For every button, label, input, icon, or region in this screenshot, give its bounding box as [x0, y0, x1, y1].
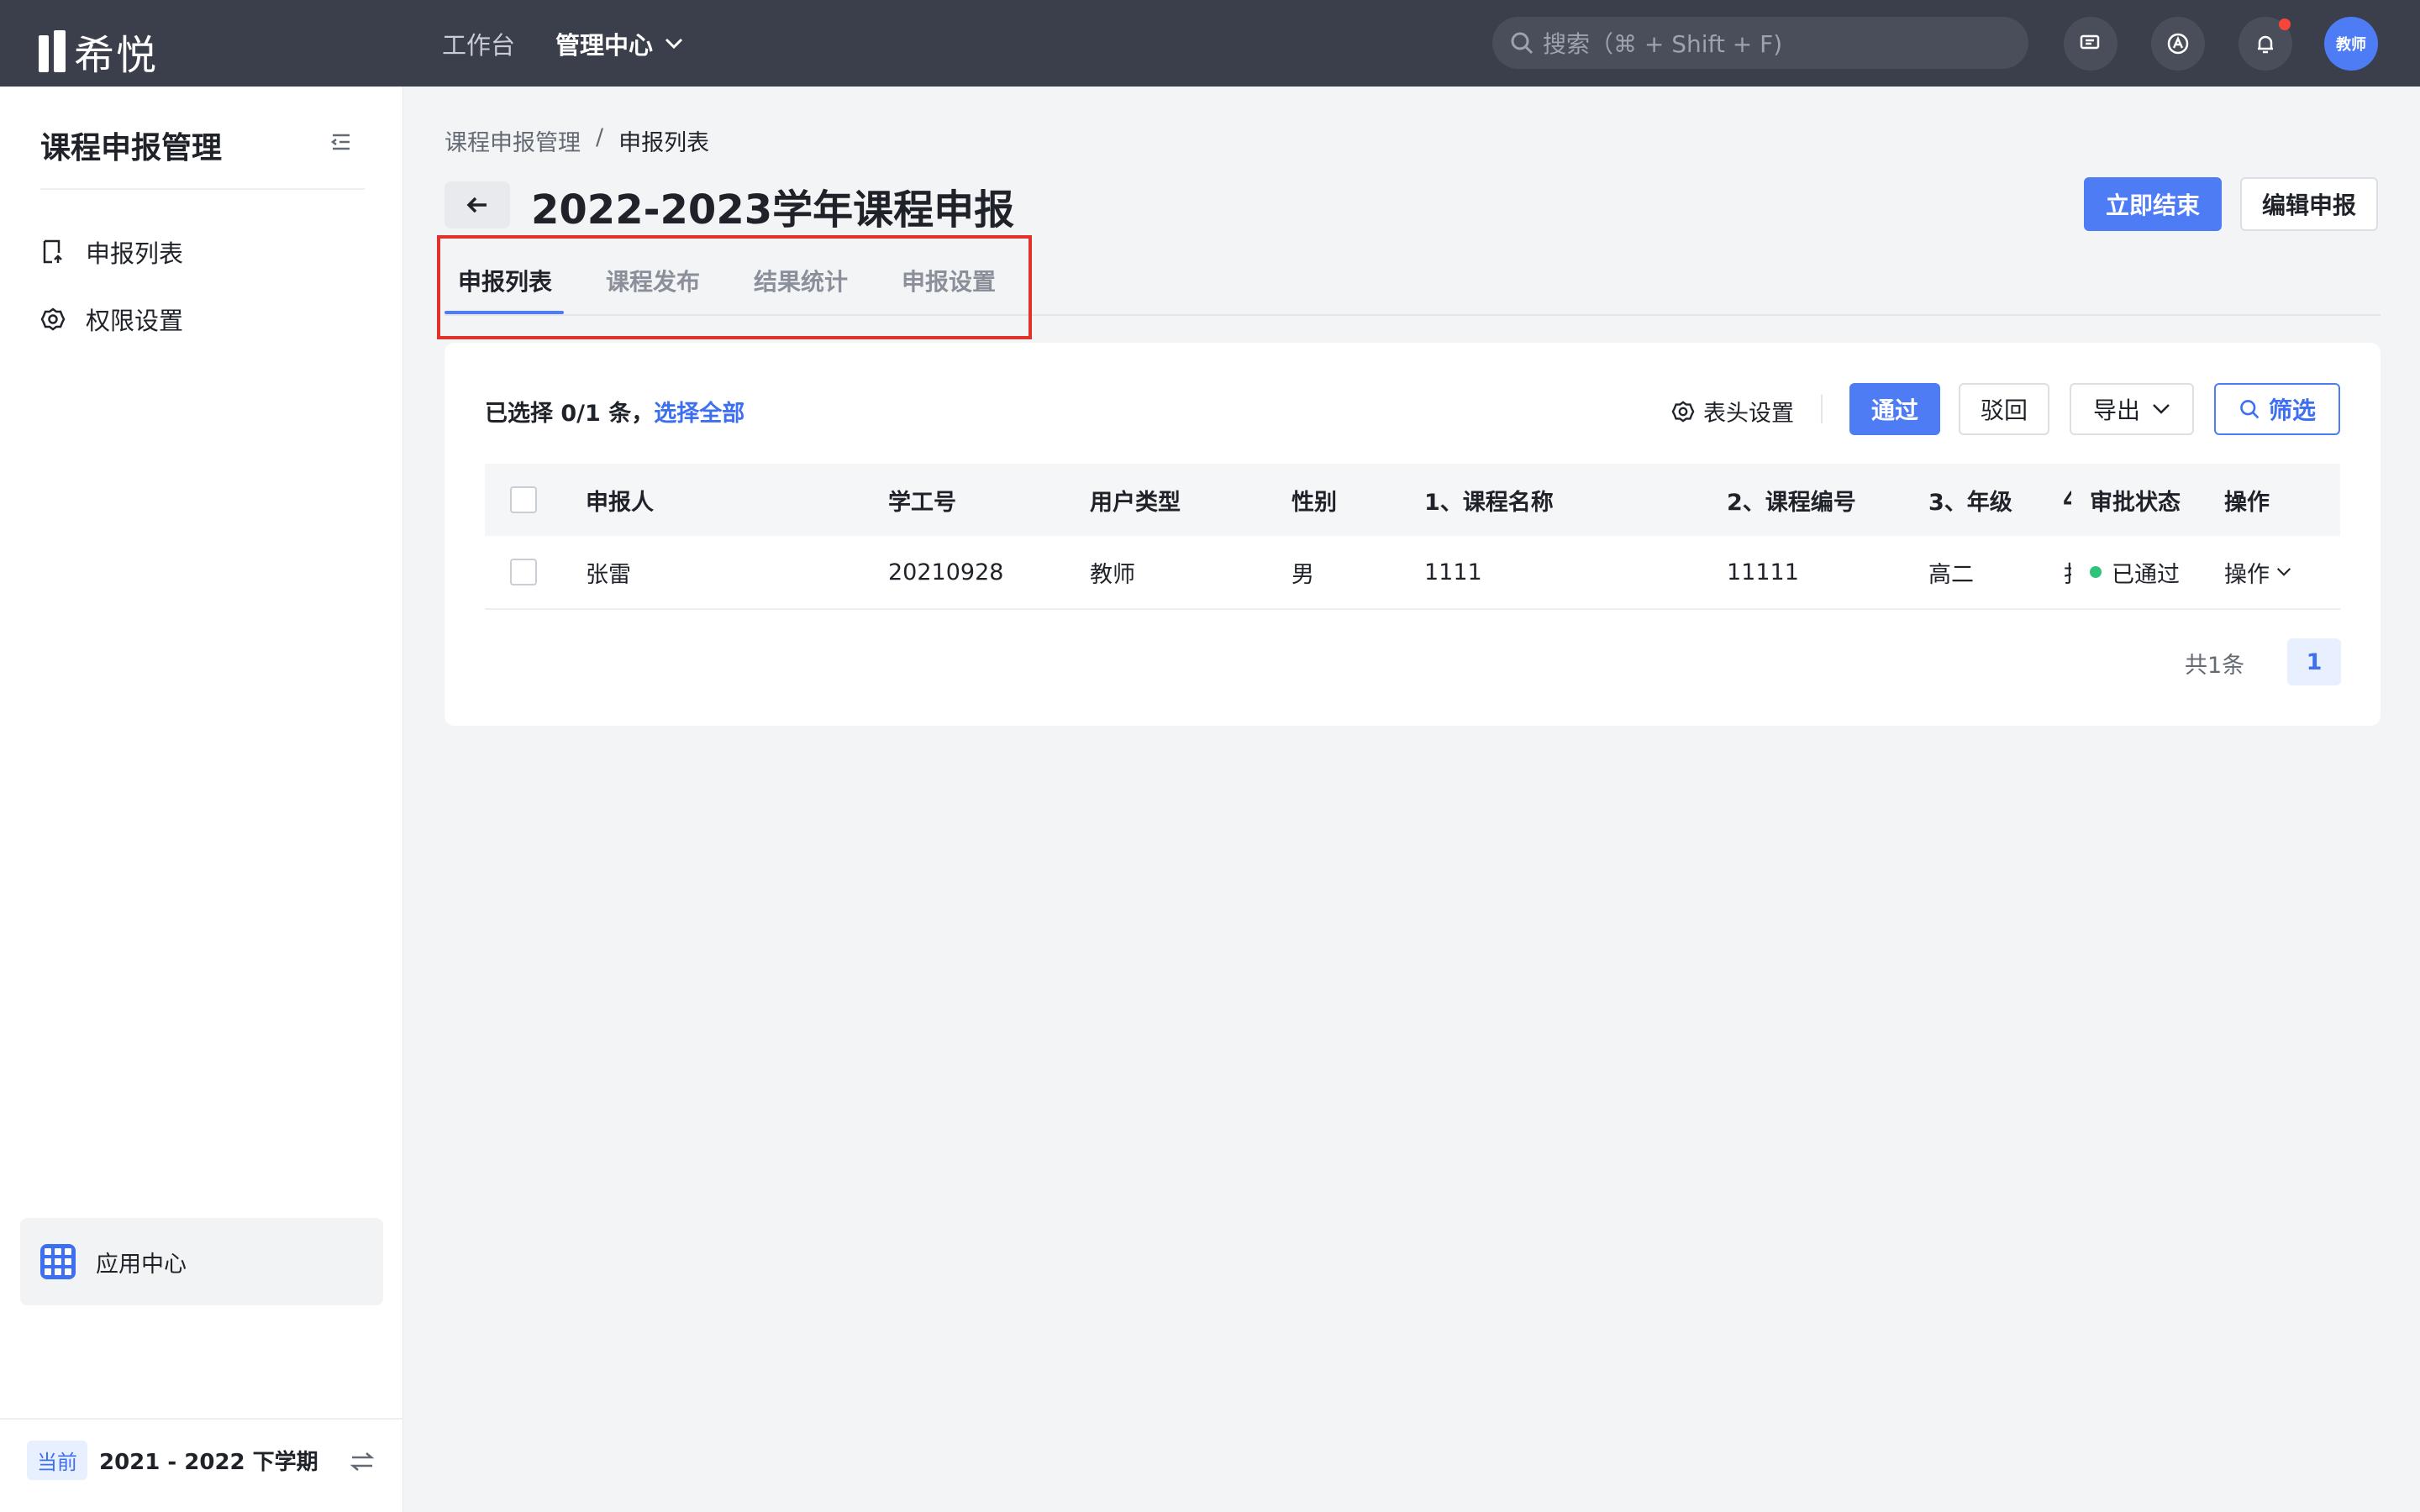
- header-applicant: 申报人: [586, 489, 654, 516]
- filter-label: 筛选: [2268, 396, 2316, 424]
- cell-grade: 高二: [1928, 561, 1974, 588]
- document-upload-icon: [43, 239, 62, 264]
- cell-col4: 扌: [2063, 556, 2071, 589]
- apply-list-card: 已选择 0/1 条，选择全部 表头设置 通过 驳回 导出 筛选 申报人 学工号 …: [445, 343, 2381, 726]
- app-center-button[interactable]: 应用中心: [20, 1218, 383, 1305]
- status-badge: 已通过: [2090, 556, 2180, 589]
- cell-course-code: 11111: [1727, 559, 1799, 585]
- message-button[interactable]: [2064, 17, 2118, 71]
- table-header: 申报人 学工号 用户类型 性别 1、课程名称 2、课程编号 3、年级 4 审批状…: [485, 464, 2340, 536]
- selection-info: 已选择 0/1 条，选择全部: [485, 395, 744, 428]
- message-icon: [2080, 34, 2100, 50]
- chevron-down-icon: [665, 38, 683, 49]
- cell-applicant: 张雷: [586, 561, 631, 588]
- sidebar-item-label: 权限设置: [86, 307, 184, 335]
- search-input[interactable]: 搜索（⌘ + Shift + F): [1492, 17, 2028, 69]
- app-center-label: 应用中心: [96, 1251, 187, 1278]
- selection-count: 已选择 0/1 条，: [485, 401, 655, 427]
- table-row: 张雷 20210928 教师 男 1111 11111 高二 扌 已通过 操作: [485, 536, 2340, 610]
- notification-badge: [2279, 18, 2291, 30]
- bell-icon: [2258, 35, 2273, 54]
- sidebar-divider: [40, 188, 365, 190]
- select-all-checkbox[interactable]: [510, 486, 537, 513]
- app-store-icon: [2167, 33, 2189, 55]
- app-logo[interactable]: 希悦: [39, 22, 158, 81]
- arrow-left-icon: [466, 197, 487, 213]
- gear-icon: [1671, 400, 1695, 423]
- cell-user-type: 教师: [1090, 561, 1135, 588]
- term-badge: 当前: [27, 1441, 87, 1480]
- top-nav: 工作台 管理中心: [442, 0, 683, 87]
- logo-mark-icon: [39, 30, 67, 72]
- status-label: 已通过: [2112, 561, 2180, 588]
- collapse-sidebar-button[interactable]: [329, 132, 353, 157]
- breadcrumb: 课程申报管理 / 申报列表: [445, 124, 709, 157]
- nav-admin-center[interactable]: 管理中心: [555, 26, 683, 61]
- header-course-name: 1、课程名称: [1424, 489, 1554, 516]
- cell-gender: 男: [1292, 561, 1314, 588]
- search-placeholder: 搜索（⌘ + Shift + F): [1543, 30, 1783, 58]
- edit-apply-button[interactable]: 编辑申报: [2240, 177, 2378, 231]
- header-action: 操作: [2224, 489, 2270, 516]
- reject-button[interactable]: 驳回: [1959, 383, 2049, 435]
- app-store-button[interactable]: [2151, 17, 2205, 71]
- nav-workbench[interactable]: 工作台: [442, 26, 515, 61]
- cell-staff-id: 20210928: [888, 559, 1004, 585]
- back-button[interactable]: [445, 181, 510, 228]
- gear-icon: [40, 307, 66, 331]
- select-all-link[interactable]: 选择全部: [654, 401, 744, 427]
- export-dropdown[interactable]: 导出: [2070, 383, 2194, 435]
- header-status: 审批状态: [2090, 489, 2181, 516]
- switch-term-button[interactable]: [350, 1451, 375, 1476]
- apply-table: 申报人 学工号 用户类型 性别 1、课程名称 2、课程编号 3、年级 4 审批状…: [485, 464, 2340, 610]
- sidebar-item-label: 申报列表: [86, 239, 184, 268]
- search-icon: [1511, 32, 1534, 55]
- chevron-down-icon: [2153, 404, 2170, 414]
- header-gender: 性别: [1292, 489, 1337, 516]
- highlight-annotation: [437, 235, 1032, 339]
- sidebar-item-apply-list[interactable]: 申报列表: [40, 234, 183, 270]
- row-checkbox[interactable]: [510, 559, 537, 585]
- sidebar-footer-divider: [0, 1418, 403, 1420]
- header-user-type: 用户类型: [1090, 489, 1181, 516]
- collapse-icon: [330, 134, 350, 150]
- breadcrumb-current: 申报列表: [618, 130, 710, 156]
- header-grade: 3、年级: [1928, 489, 2012, 516]
- row-action-dropdown[interactable]: 操作: [2224, 556, 2291, 589]
- approve-button[interactable]: 通过: [1849, 383, 1940, 435]
- pagination-page-1[interactable]: 1: [2287, 638, 2341, 685]
- cell-course-name: 1111: [1424, 559, 1482, 585]
- term-text: 2021 - 2022 下学期: [99, 1450, 318, 1475]
- breadcrumb-parent[interactable]: 课程申报管理: [445, 124, 581, 157]
- filter-button[interactable]: 筛选: [2214, 383, 2340, 435]
- search-icon: [2240, 400, 2260, 419]
- top-bar: 希悦 工作台 管理中心 搜索（⌘ + Shift + F) 教师: [0, 0, 2420, 87]
- export-label: 导出: [2092, 396, 2140, 424]
- logo-text: 希悦: [74, 32, 159, 79]
- page-title: 2022-2023学年课程申报: [531, 186, 1015, 234]
- breadcrumb-separator: /: [596, 124, 604, 150]
- toolbar-divider: [1821, 395, 1823, 423]
- pagination-total: 共1条: [2185, 653, 2245, 679]
- sidebar-item-permissions[interactable]: 权限设置: [40, 302, 183, 337]
- column-settings-label: 表头设置: [1703, 401, 1794, 427]
- header-staff-id: 学工号: [888, 489, 956, 516]
- chevron-down-icon: [2276, 568, 2291, 576]
- end-now-button[interactable]: 立即结束: [2084, 177, 2222, 231]
- row-action-label: 操作: [2224, 561, 2270, 588]
- avatar[interactable]: 教师: [2324, 17, 2378, 71]
- header-course-code: 2、课程编号: [1727, 489, 1856, 516]
- grid-icon: [40, 1244, 76, 1279]
- sidebar: 课程申报管理 申报列表 权限设置 应用中心 当前 2021 - 2022 下学期: [0, 87, 403, 1512]
- header-col4: 4: [2063, 486, 2071, 513]
- current-term: 当前 2021 - 2022 下学期: [27, 1441, 318, 1480]
- sidebar-title: 课程申报管理: [40, 131, 223, 165]
- swap-icon: [350, 1452, 375, 1471]
- nav-admin-center-label: 管理中心: [555, 30, 654, 60]
- column-settings-button[interactable]: 表头设置: [1671, 395, 1794, 428]
- status-dot: [2090, 566, 2102, 578]
